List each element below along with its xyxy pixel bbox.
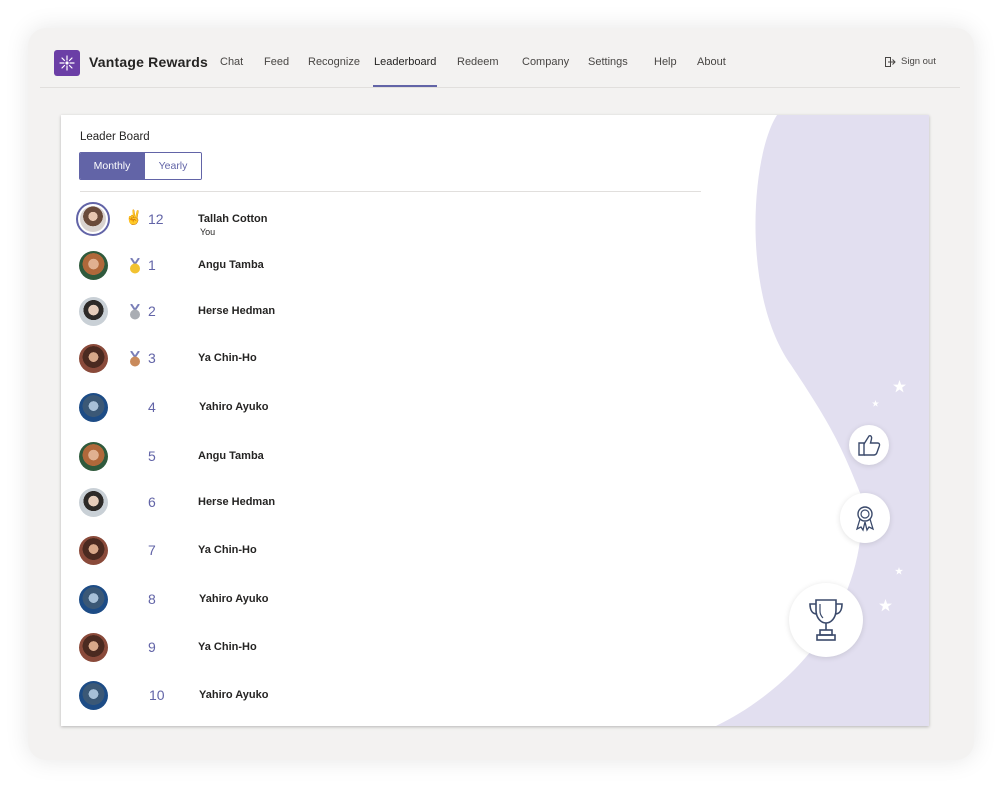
- avatar: [79, 633, 108, 662]
- avatar: [79, 297, 108, 326]
- avatar: [79, 251, 108, 280]
- app-window: Vantage Rewards Chat Feed Recognize Lead…: [28, 28, 974, 760]
- current-user-row[interactable]: ✌ 12 Tallah Cotton You: [61, 202, 561, 237]
- nav-settings[interactable]: Settings: [588, 56, 628, 68]
- victory-hand-icon: ✌: [125, 209, 143, 225]
- app-logo: [54, 50, 80, 76]
- sign-out-label: Sign out: [901, 56, 936, 67]
- avatar: [79, 488, 108, 517]
- sign-out-button[interactable]: Sign out: [885, 56, 936, 67]
- leaderboard-row[interactable]: 9 Ya Chin-Ho: [61, 631, 561, 665]
- thumbs-up-badge: [849, 425, 889, 465]
- rank-number: 4: [148, 399, 156, 415]
- nav-recognize[interactable]: Recognize: [308, 56, 360, 68]
- leaderboard-row[interactable]: 2 Herse Hedman: [61, 295, 561, 329]
- rank-number: 1: [148, 257, 156, 273]
- leaderboard-row[interactable]: 6 Herse Hedman: [61, 486, 561, 520]
- leaderboard-row[interactable]: 5 Angu Tamba: [61, 440, 561, 474]
- leaderboard-row[interactable]: 10 Yahiro Ayuko: [61, 679, 561, 713]
- user-name: Ya Chin-Ho: [198, 641, 257, 653]
- leaderboard-row[interactable]: 1 Angu Tamba: [61, 249, 561, 283]
- avatar: [79, 393, 108, 422]
- star-icon: [879, 599, 892, 612]
- rank-number: 12: [148, 211, 164, 227]
- star-icon: [763, 556, 771, 564]
- user-name: Angu Tamba: [198, 450, 264, 462]
- nav-redeem[interactable]: Redeem: [457, 56, 499, 68]
- yearly-button[interactable]: Yearly: [144, 153, 201, 179]
- avatar: [79, 681, 108, 710]
- rank-number: 6: [148, 494, 156, 510]
- period-toggle: Monthly Yearly: [79, 152, 202, 180]
- nav-chat[interactable]: Chat: [220, 56, 243, 68]
- rank-number: 5: [148, 448, 156, 464]
- leaderboard-row[interactable]: 8 Yahiro Ayuko: [61, 583, 561, 617]
- rank-number: 10: [149, 687, 165, 703]
- star-icon: [749, 591, 762, 604]
- top-bar-divider: [40, 87, 960, 88]
- thumbs-up-icon: [858, 435, 881, 456]
- app-title: Vantage Rewards: [89, 54, 208, 70]
- nav-help[interactable]: Help: [654, 56, 677, 68]
- nav-leaderboard[interactable]: Leaderboard: [374, 56, 436, 68]
- rank-number: 2: [148, 303, 156, 319]
- user-name: Yahiro Ayuko: [199, 689, 269, 701]
- avatar: [79, 344, 108, 373]
- avatar: [79, 585, 108, 614]
- award-badge: [840, 493, 890, 543]
- avatar: [79, 442, 108, 471]
- nav-company[interactable]: Company: [522, 56, 569, 68]
- avatar: [76, 202, 110, 236]
- trophy-badge: [789, 583, 863, 657]
- user-name: Herse Hedman: [198, 496, 276, 508]
- star-icon: [872, 400, 879, 407]
- you-label: You: [200, 227, 216, 237]
- star-icon: [895, 567, 903, 575]
- nav-about[interactable]: About: [697, 56, 726, 68]
- trophy-icon: [809, 599, 843, 641]
- user-name: Ya Chin-Ho: [198, 544, 257, 556]
- rank-number: 7: [148, 542, 156, 558]
- user-name: Yahiro Ayuko: [199, 401, 269, 413]
- user-name: Tallah Cotton: [198, 213, 268, 225]
- sign-out-icon: [885, 56, 896, 67]
- header-divider: [80, 191, 701, 192]
- star-icon: [893, 380, 906, 393]
- avatar: [79, 536, 108, 565]
- user-name: Ya Chin-Ho: [198, 352, 257, 364]
- leaderboard-card: Leader Board Monthly Yearly ✌ 12 Tallah …: [61, 115, 929, 726]
- gold-medal-icon: [130, 258, 140, 274]
- leaderboard-row[interactable]: 4 Yahiro Ayuko: [61, 391, 561, 425]
- user-name: Herse Hedman: [198, 305, 276, 317]
- rank-number: 3: [148, 350, 156, 366]
- user-name: Yahiro Ayuko: [199, 593, 269, 605]
- user-name: Angu Tamba: [198, 259, 264, 271]
- bronze-medal-icon: [130, 351, 140, 367]
- top-bar: Vantage Rewards Chat Feed Recognize Lead…: [28, 28, 974, 87]
- rank-number: 9: [148, 639, 156, 655]
- rank-number: 8: [148, 591, 156, 607]
- silver-medal-icon: [130, 304, 140, 320]
- award-ribbon-icon: [855, 506, 875, 532]
- nav-feed[interactable]: Feed: [264, 56, 289, 68]
- leaderboard-row[interactable]: 7 Ya Chin-Ho: [61, 534, 561, 568]
- leaderboard-row[interactable]: 3 Ya Chin-Ho: [61, 342, 561, 376]
- sparkle-icon: [59, 55, 75, 71]
- monthly-button[interactable]: Monthly: [80, 153, 144, 179]
- leaderboard-title: Leader Board: [80, 131, 150, 143]
